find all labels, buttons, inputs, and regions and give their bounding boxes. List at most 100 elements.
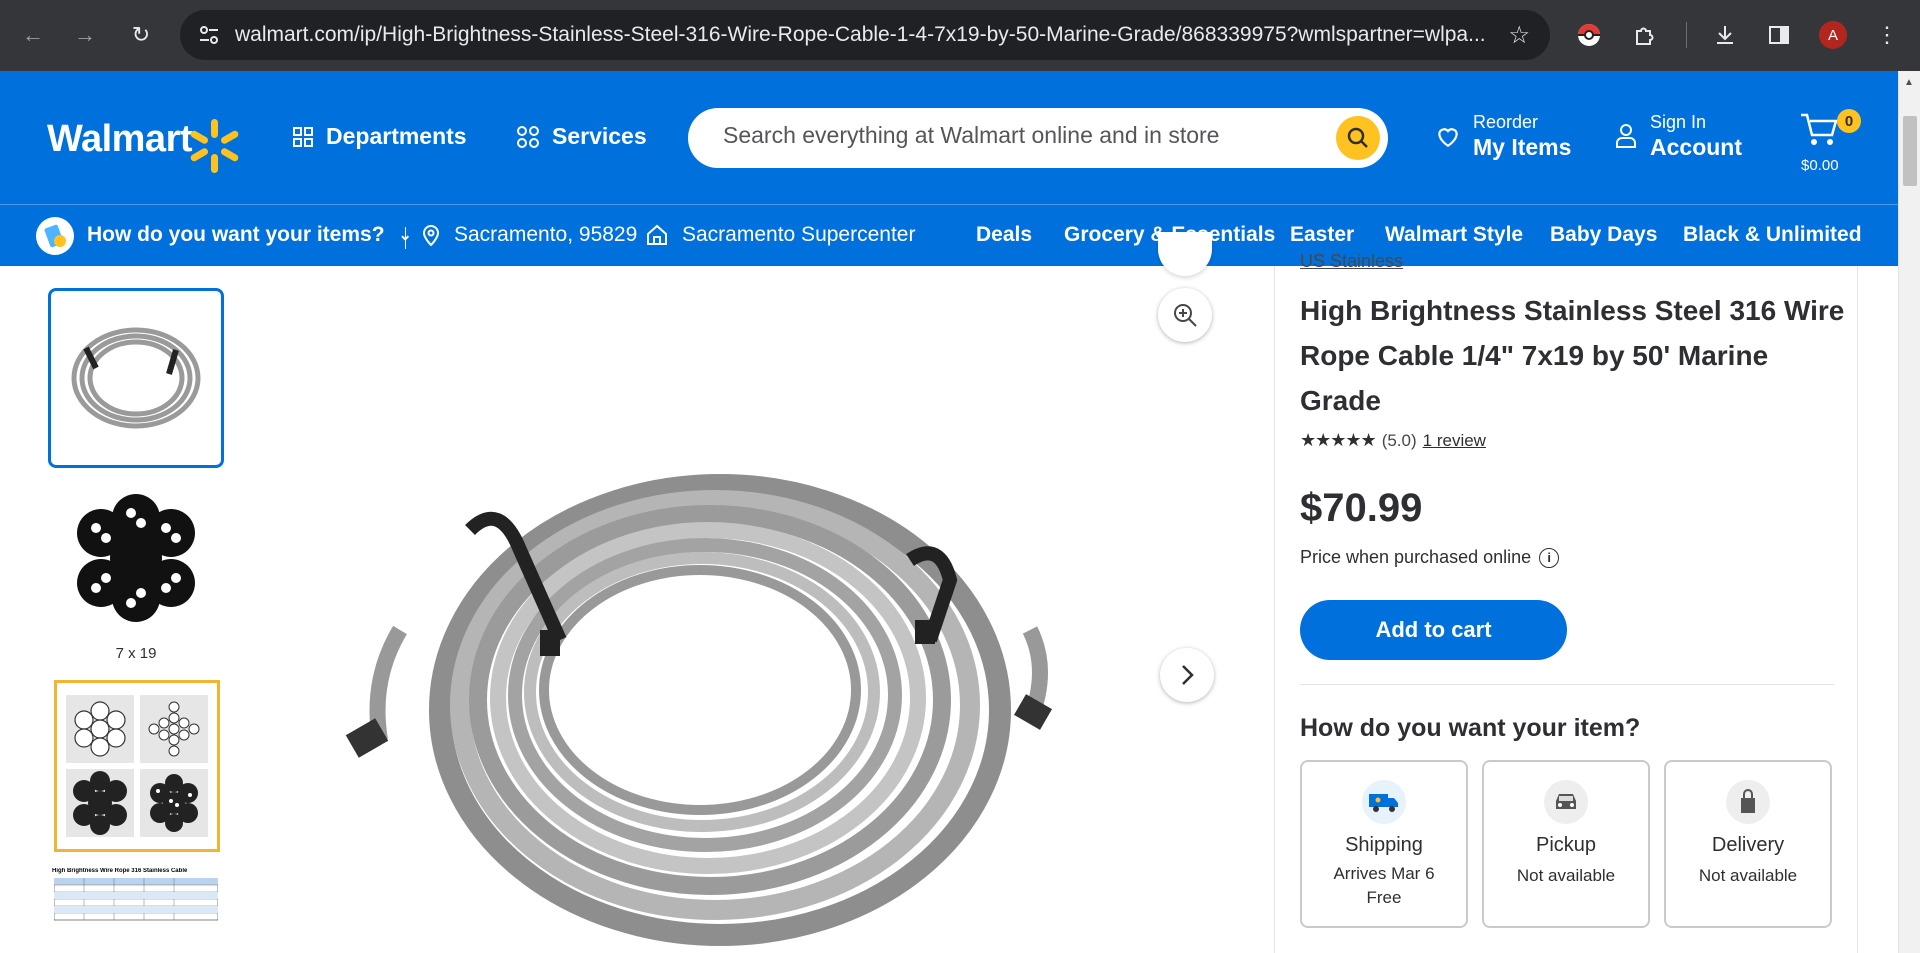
section-divider	[1300, 684, 1834, 685]
profile-avatar[interactable]: A	[1816, 18, 1850, 52]
price-note-row: Price when purchased online i	[1300, 547, 1560, 568]
rating-value: (5.0)	[1381, 430, 1417, 450]
departments-label: Departments	[326, 123, 467, 149]
download-icon[interactable]	[1708, 18, 1742, 52]
location-selector[interactable]: Sacramento, 95829	[422, 223, 637, 247]
site-settings-icon[interactable]	[198, 24, 220, 46]
shipping-label: Shipping	[1345, 834, 1423, 856]
spec-table-title: High Brightness Wire Rope 316 Stainless …	[52, 868, 188, 874]
price-note: Price when purchased online	[1300, 547, 1532, 567]
nav-link-black-unlimited[interactable]: Black & Unlimited	[1683, 223, 1862, 247]
store-selector[interactable]: Sacramento Supercenter	[646, 223, 915, 247]
main-product-image[interactable]	[330, 380, 1130, 953]
add-to-cart-button[interactable]: Add to cart	[1300, 600, 1567, 660]
brand-link[interactable]: US Stainless	[1300, 254, 1403, 274]
delivery-method-selector[interactable]: How do you want your items? ⌄	[87, 223, 412, 247]
bookmark-star-icon[interactable]: ☆	[1508, 21, 1530, 50]
nav-link-walmart-style[interactable]: Walmart Style	[1385, 223, 1523, 247]
shipping-detail: Arrives Mar 6 Free	[1302, 862, 1466, 910]
page-scrollbar[interactable]: ▲	[1898, 71, 1920, 953]
reorder-my-items-link[interactable]: Reorder My Items	[1435, 111, 1571, 161]
scrollbar-thumb[interactable]	[1903, 116, 1917, 186]
how-label: How do you want your items?	[87, 223, 385, 246]
chevron-right-icon	[1182, 665, 1194, 685]
scroll-up-arrow-icon[interactable]: ▲	[1904, 77, 1914, 88]
info-icon[interactable]: i	[1539, 547, 1560, 568]
shipping-cost: Free	[1366, 888, 1402, 907]
spec-table-image	[54, 878, 218, 921]
store-icon	[647, 224, 667, 245]
profile-initial: A	[1819, 21, 1847, 49]
browser-toolbar: ← → ↻ walmart.com/ip/High-Brightness-Sta…	[0, 0, 1920, 71]
nav-link-baby-days[interactable]: Baby Days	[1550, 223, 1657, 247]
subnav-divider	[405, 227, 406, 249]
heart-icon	[1438, 128, 1458, 148]
reorder-label: Reorder	[1473, 112, 1539, 132]
sub-navigation: How do you want your items? ⌄ Sacramento…	[0, 204, 1898, 266]
share-button-partial[interactable]	[1158, 232, 1212, 276]
reload-icon[interactable]: ↻	[124, 18, 158, 52]
nav-link-easter[interactable]: Easter	[1290, 223, 1354, 247]
thumbnail-3[interactable]	[54, 680, 220, 852]
cart-total: $0.00	[1801, 157, 1839, 174]
site-header: Walmart Departments Services ReorderMy I…	[0, 71, 1898, 204]
browser-menu-icon[interactable]: ⋮	[1870, 18, 1904, 52]
reviews-link[interactable]: 1 review	[1423, 431, 1486, 451]
delivery-options-icon	[36, 217, 74, 255]
fulfillment-option-pickup[interactable]: Pickup Not available	[1482, 760, 1650, 928]
pokeball-extension-icon[interactable]	[1572, 18, 1606, 52]
search-bar	[688, 108, 1388, 168]
cart-count-badge: 0	[1837, 109, 1861, 133]
services-icon	[517, 125, 539, 148]
store-label: Sacramento Supercenter	[682, 223, 916, 246]
extensions-puzzle-icon[interactable]	[1628, 18, 1662, 52]
services-label: Services	[552, 123, 647, 149]
delivery-label: Delivery	[1711, 834, 1785, 856]
back-icon[interactable]: ←	[16, 18, 50, 52]
departments-button[interactable]: Departments	[292, 123, 467, 150]
pickup-label: Pickup	[1535, 834, 1597, 856]
panel-left-border	[1274, 266, 1275, 953]
grid-icon	[293, 126, 313, 147]
product-price: $70.99	[1300, 486, 1423, 530]
fulfillment-option-delivery[interactable]: Delivery Not available	[1664, 760, 1832, 928]
fulfillment-option-shipping[interactable]: Shipping Arrives Mar 6 Free	[1300, 760, 1468, 928]
delivery-bag-icon	[1726, 780, 1770, 824]
user-icon	[1616, 124, 1636, 148]
search-button[interactable]	[1336, 116, 1380, 160]
url-text[interactable]: walmart.com/ip/High-Brightness-Stainless…	[235, 23, 1485, 47]
walmart-logo-text[interactable]: Walmart	[47, 118, 193, 161]
thumbnail-1-selected[interactable]	[48, 288, 224, 468]
thumbnail-2-caption: 7 x 19	[115, 645, 157, 662]
rating-row: ★★★★★ (5.0) 1 review	[1300, 430, 1486, 451]
location-pin-icon	[422, 225, 440, 246]
toolbar-divider	[1686, 22, 1687, 48]
product-title: High Brightness Stainless Steel 316 Wire…	[1300, 295, 1845, 416]
panel-right-border	[1857, 266, 1858, 953]
side-panel-icon[interactable]	[1762, 18, 1796, 52]
my-items-label: My Items	[1473, 134, 1572, 160]
walmart-spark-logo[interactable]	[183, 115, 245, 177]
next-image-button[interactable]	[1160, 648, 1214, 702]
nav-link-deals[interactable]: Deals	[976, 223, 1032, 247]
location-label: Sacramento, 95829	[454, 223, 638, 246]
zoom-in-icon	[1174, 304, 1197, 327]
strand-cross-section-image	[77, 494, 195, 622]
star-rating-icons: ★★★★★	[1300, 430, 1377, 450]
delivery-availability: Not available	[1698, 866, 1798, 885]
pickup-availability: Not available	[1516, 866, 1616, 885]
shipping-arrival: Arrives Mar 6	[1333, 864, 1435, 883]
address-bar[interactable]: walmart.com/ip/High-Brightness-Stainless…	[180, 10, 1550, 60]
search-input[interactable]	[723, 122, 1303, 149]
forward-icon[interactable]: →	[68, 18, 102, 52]
search-icon	[1347, 127, 1368, 148]
thumbnail-4[interactable]: High Brightness Wire Rope 316 Stainless …	[52, 868, 220, 948]
cart-icon	[1801, 113, 1838, 145]
cart-button[interactable]: 0 $0.00	[1795, 109, 1861, 174]
zoom-button[interactable]	[1158, 288, 1212, 342]
thumbnail-2[interactable]	[48, 483, 224, 633]
services-button[interactable]: Services	[516, 123, 647, 150]
shipping-truck-icon	[1362, 780, 1406, 824]
pickup-car-icon	[1544, 780, 1588, 824]
account-link[interactable]: Sign In Account	[1614, 111, 1742, 161]
